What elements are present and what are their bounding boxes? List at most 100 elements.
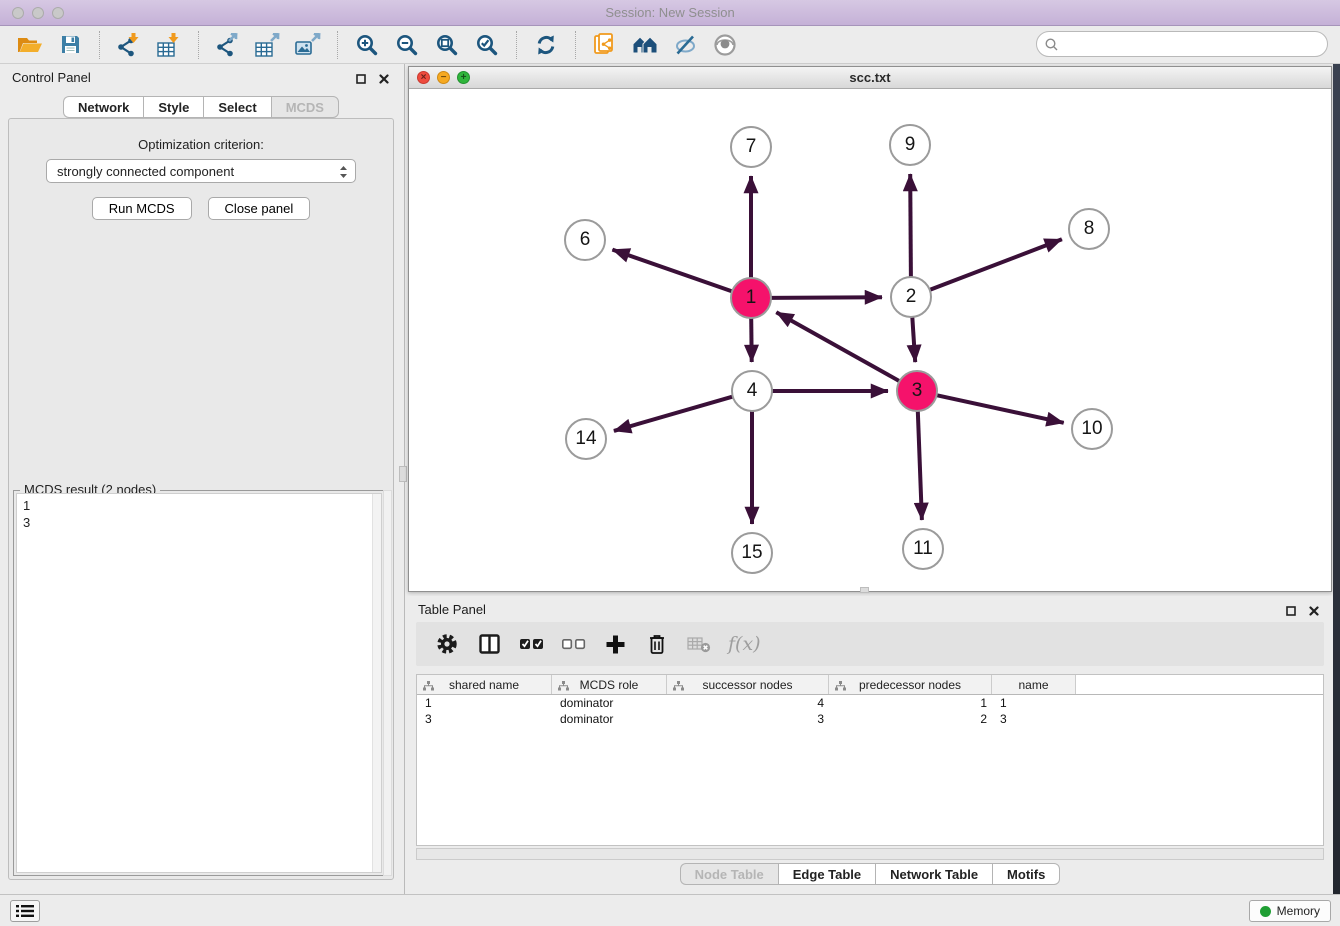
table-row[interactable]: 1dominator411: [417, 695, 1323, 711]
edge-2-9[interactable]: [910, 174, 911, 277]
horizontal-splitter-handle[interactable]: [860, 587, 869, 593]
table-tabs: Node TableEdge TableNetwork TableMotifs: [408, 863, 1332, 885]
save-icon[interactable]: [50, 29, 90, 61]
column-header-name[interactable]: name: [992, 675, 1076, 694]
run-mcds-button[interactable]: Run MCDS: [92, 197, 192, 220]
node-6[interactable]: 6: [564, 219, 606, 261]
edge-1-4[interactable]: [751, 318, 752, 362]
toolbar-buttons: [10, 29, 745, 61]
import-table-icon[interactable]: [149, 29, 189, 61]
optimization-criterion-select[interactable]: strongly connected component: [46, 159, 356, 183]
tab-motifs[interactable]: Motifs: [992, 863, 1060, 885]
edge-2-3[interactable]: [912, 317, 915, 362]
cell-successor-nodes[interactable]: 4: [667, 696, 829, 710]
search-input[interactable]: [1064, 37, 1327, 52]
close-panel-button[interactable]: Close panel: [208, 197, 311, 220]
table-float-panel-icon[interactable]: [1286, 604, 1296, 619]
tab-network-table[interactable]: Network Table: [875, 863, 992, 885]
node-4[interactable]: 4: [731, 370, 773, 412]
column-header-MCDS-role[interactable]: MCDS role: [552, 675, 667, 694]
column-header-predecessor-nodes[interactable]: predecessor nodes: [829, 675, 992, 694]
cell-successor-nodes[interactable]: 3: [667, 712, 829, 726]
table-row[interactable]: 3dominator323: [417, 711, 1323, 727]
home-icon[interactable]: [625, 29, 665, 61]
table-horizontal-scrollbar[interactable]: [416, 848, 1324, 860]
node-14[interactable]: 14: [565, 418, 607, 460]
import-network-icon[interactable]: [109, 29, 149, 61]
zoom-in-icon[interactable]: [347, 29, 387, 61]
edge-3-1[interactable]: [776, 312, 899, 381]
cell-predecessor-nodes[interactable]: 1: [829, 696, 992, 710]
hide-panels-icon[interactable]: [665, 29, 705, 61]
network-window-title: scc.txt: [409, 70, 1331, 85]
task-history-button[interactable]: [10, 900, 40, 922]
control-panel-scrollbar[interactable]: [383, 490, 392, 876]
columns-icon[interactable]: [476, 631, 502, 657]
node-3[interactable]: 3: [896, 370, 938, 412]
cell-MCDS-role[interactable]: dominator: [552, 696, 667, 710]
trash-icon[interactable]: [644, 631, 670, 657]
toolbar-separator: [575, 31, 576, 59]
export-network-icon[interactable]: [208, 29, 248, 61]
search-box[interactable]: [1036, 31, 1328, 57]
add-icon[interactable]: [602, 631, 628, 657]
mcds-result-group: MCDS result (2 nodes) 1 3: [13, 490, 385, 876]
function-builder-icon: f(x): [728, 633, 761, 655]
export-image-icon[interactable]: [288, 29, 328, 61]
close-panel-icon[interactable]: [379, 72, 389, 87]
column-header-successor-nodes[interactable]: successor nodes: [667, 675, 829, 694]
export-table-icon[interactable]: [248, 29, 288, 61]
node-11[interactable]: 11: [902, 528, 944, 570]
network-canvas[interactable]: 7 9 6 8 1 2 4 3 14 10 15 11: [409, 89, 1331, 591]
cell-MCDS-role[interactable]: dominator: [552, 712, 667, 726]
vertical-splitter-handle[interactable]: [399, 466, 407, 482]
result-scrollbar[interactable]: [372, 494, 381, 872]
mcds-result-list[interactable]: 1 3: [16, 493, 382, 873]
toolbar-separator: [99, 31, 100, 59]
tab-select[interactable]: Select: [203, 96, 270, 118]
cell-shared-name[interactable]: 3: [417, 712, 552, 726]
memory-button[interactable]: Memory: [1249, 900, 1331, 922]
tab-network[interactable]: Network: [63, 96, 143, 118]
tab-edge-table[interactable]: Edge Table: [778, 863, 875, 885]
table-close-panel-icon[interactable]: [1309, 604, 1319, 619]
node-9[interactable]: 9: [889, 124, 931, 166]
deselect-all-icon[interactable]: [560, 631, 586, 657]
zoom-out-icon[interactable]: [387, 29, 427, 61]
cell-name[interactable]: 3: [992, 712, 1076, 726]
tab-style[interactable]: Style: [143, 96, 203, 118]
node-7[interactable]: 7: [730, 126, 772, 168]
table-panel-title: Table Panel: [418, 602, 486, 617]
edge-1-6[interactable]: [612, 250, 732, 292]
column-header-shared-name[interactable]: shared name: [417, 675, 552, 694]
node-1[interactable]: 1: [730, 277, 772, 319]
select-all-icon[interactable]: [518, 631, 544, 657]
node-8[interactable]: 8: [1068, 208, 1110, 250]
float-panel-icon[interactable]: [356, 72, 366, 87]
node-2[interactable]: 2: [890, 276, 932, 318]
node-10[interactable]: 10: [1071, 408, 1113, 450]
edge-4-14[interactable]: [614, 397, 733, 431]
tab-node-table[interactable]: Node Table: [680, 863, 778, 885]
refresh-icon[interactable]: [526, 29, 566, 61]
edge-3-11[interactable]: [918, 411, 922, 520]
edge-1-2[interactable]: [771, 297, 882, 298]
cell-name[interactable]: 1: [992, 696, 1076, 710]
gear-icon[interactable]: [434, 631, 460, 657]
open-folder-icon[interactable]: [10, 29, 50, 61]
duplicate-network-icon[interactable]: [585, 29, 625, 61]
toolbar-separator: [337, 31, 338, 59]
tab-mcds[interactable]: MCDS: [271, 96, 339, 118]
cell-shared-name[interactable]: 1: [417, 696, 552, 710]
column-tree-icon: [558, 680, 569, 694]
network-window-titlebar: × − + scc.txt: [409, 67, 1331, 89]
zoom-fit-icon[interactable]: [427, 29, 467, 61]
zoom-selected-icon[interactable]: [467, 29, 507, 61]
list-icon: [16, 904, 34, 918]
memory-label: Memory: [1277, 904, 1320, 918]
edge-3-10[interactable]: [937, 395, 1064, 423]
cell-predecessor-nodes[interactable]: 2: [829, 712, 992, 726]
node-15[interactable]: 15: [731, 532, 773, 574]
edge-2-8[interactable]: [930, 239, 1062, 290]
mcds-panel: Optimization criterion: strongly connect…: [8, 118, 394, 880]
